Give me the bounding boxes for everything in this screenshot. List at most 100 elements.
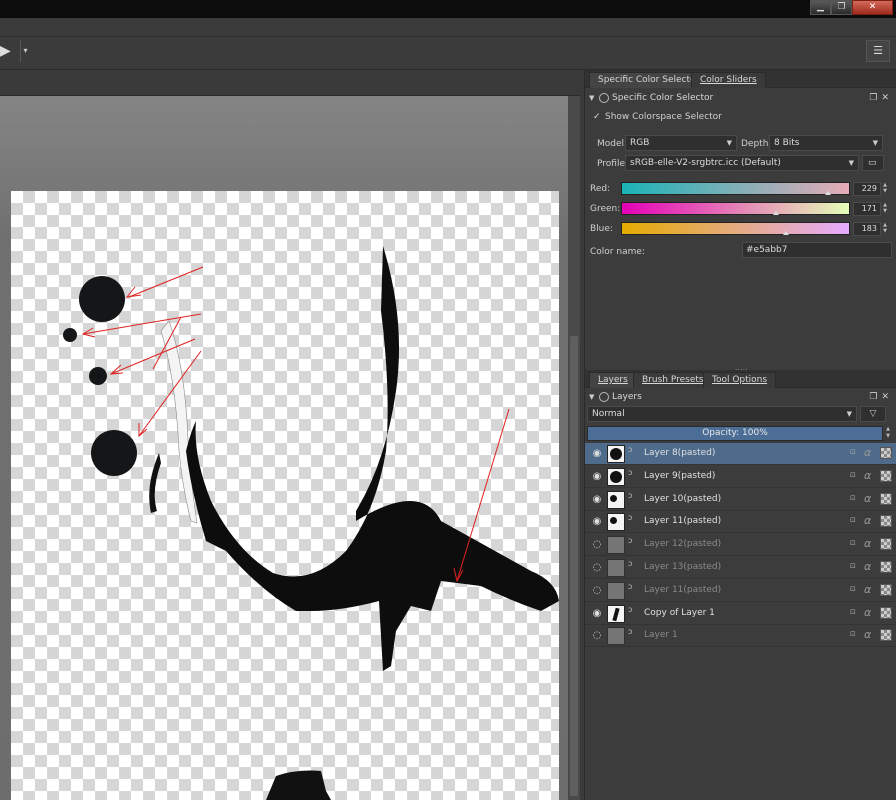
layer-link-icon[interactable]: ↄ	[628, 605, 632, 614]
layer-lock-icon[interactable]: ⊡	[850, 562, 858, 571]
play-button[interactable]: ▶	[0, 40, 20, 62]
slider-handle[interactable]	[824, 191, 831, 195]
color-channel-slider[interactable]	[621, 182, 850, 195]
channel-spinner[interactable]: ▲ ▼	[881, 202, 889, 216]
alpha-lock-icon[interactable]: α	[864, 560, 871, 573]
minimize-button[interactable]: ▁	[810, 0, 831, 15]
model-label: Model:	[597, 139, 628, 149]
layer-lock-icon[interactable]: ⊡	[850, 494, 858, 503]
panel-lock-icon[interactable]	[599, 392, 609, 402]
alpha-lock-icon[interactable]: α	[864, 514, 871, 527]
color-channel-slider[interactable]	[621, 222, 850, 235]
layer-link-icon[interactable]: ↄ	[628, 582, 632, 591]
eye-visible-icon[interactable]: ◉	[591, 494, 603, 506]
layer-lock-icon[interactable]: ⊡	[850, 608, 858, 617]
blend-mode-select[interactable]: Normal ▼	[587, 406, 857, 422]
tab-tool-options[interactable]: Tool Options	[703, 372, 777, 388]
inherit-alpha-icon[interactable]	[880, 447, 892, 459]
layer-link-icon[interactable]: ↄ	[628, 536, 632, 545]
layer-link-icon[interactable]: ↄ	[628, 627, 632, 636]
layer-link-icon[interactable]: ↄ	[628, 559, 632, 568]
eye-hidden-icon[interactable]: ◌	[591, 562, 603, 574]
eye-visible-icon[interactable]: ◉	[591, 608, 603, 620]
layer-row[interactable]: ◌ ↄ Layer 1 ⊡ α	[585, 625, 896, 648]
inherit-alpha-icon[interactable]	[880, 583, 892, 596]
inherit-alpha-icon[interactable]	[880, 492, 892, 505]
eye-visible-icon[interactable]: ◉	[591, 448, 603, 460]
inherit-alpha-icon[interactable]	[880, 538, 892, 551]
canvas-vertical-scrollbar[interactable]	[568, 96, 580, 800]
layer-lock-icon[interactable]: ⊡	[850, 448, 858, 457]
layer-link-icon[interactable]: ↄ	[628, 491, 632, 500]
collapse-triangle-icon[interactable]: ▼	[589, 389, 594, 405]
profile-label: Profile:	[597, 159, 629, 169]
layer-row[interactable]: ◉ ↄ Layer 8(pasted) ⊡ α	[585, 443, 896, 465]
panel-lock-icon[interactable]	[599, 93, 609, 103]
channel-spinner[interactable]: ▲ ▼	[881, 182, 889, 196]
alpha-lock-icon[interactable]: α	[864, 469, 871, 482]
eye-hidden-icon[interactable]: ◌	[591, 630, 603, 642]
tab-brush-presets[interactable]: Brush Presets	[633, 372, 713, 388]
float-close-icons[interactable]: ❐✕	[869, 90, 893, 106]
layer-row[interactable]: ◌ ↄ Layer 13(pasted) ⊡ α	[585, 557, 896, 579]
layer-row[interactable]: ◉ ↄ Copy of Layer 1 ⊡ α	[585, 603, 896, 625]
eye-hidden-icon[interactable]: ◌	[591, 585, 603, 597]
slider-handle[interactable]	[772, 211, 779, 215]
opacity-spinner[interactable]: ▲ ▼	[883, 426, 893, 441]
inherit-alpha-icon[interactable]	[880, 561, 892, 573]
layer-filter-button[interactable]: ▽	[860, 406, 886, 422]
layer-lock-icon[interactable]: ⊡	[850, 539, 858, 548]
document-canvas[interactable]	[11, 191, 559, 800]
alpha-lock-icon[interactable]: α	[864, 537, 871, 550]
channel-value-input[interactable]: 171	[853, 202, 881, 216]
alpha-lock-icon[interactable]: α	[864, 583, 871, 596]
layer-row[interactable]: ◌ ↄ Layer 12(pasted) ⊡ α	[585, 534, 896, 557]
tab-layers[interactable]: Layers	[589, 372, 637, 388]
depth-select[interactable]: 8 Bits ▼	[769, 135, 883, 151]
black-claw-stroke	[149, 453, 161, 513]
channel-spinner[interactable]: ▲ ▼	[881, 222, 889, 236]
alpha-lock-icon[interactable]: α	[864, 606, 871, 619]
layer-lock-icon[interactable]: ⊡	[850, 516, 858, 525]
close-button[interactable]: ✕	[852, 0, 893, 15]
layer-link-icon[interactable]: ↄ	[628, 513, 632, 522]
chevron-down-icon: ▼	[872, 139, 878, 147]
inherit-alpha-icon[interactable]	[880, 629, 892, 642]
layer-lock-icon[interactable]: ⊡	[850, 471, 858, 480]
eye-visible-icon[interactable]: ◉	[591, 516, 603, 528]
tab-color-sliders[interactable]: Color Sliders	[691, 72, 766, 88]
open-profile-button[interactable]: ▭	[862, 155, 884, 171]
alpha-lock-icon[interactable]: α	[864, 492, 871, 505]
profile-select[interactable]: sRGB-elle-V2-srgbtrc.icc (Default) ▼	[625, 155, 859, 171]
alpha-lock-icon[interactable]: α	[864, 628, 871, 641]
alpha-lock-icon[interactable]: α	[864, 446, 871, 459]
opacity-slider[interactable]: Opacity: 100%	[587, 426, 883, 441]
hamburger-menu-button[interactable]: ☰	[866, 40, 890, 62]
layer-row[interactable]: ◉ ↄ Layer 9(pasted) ⊡ α	[585, 466, 896, 488]
channel-value-input[interactable]: 183	[853, 222, 881, 236]
color-channel-slider[interactable]	[621, 202, 850, 215]
layer-lock-icon[interactable]: ⊡	[850, 585, 858, 594]
slider-handle[interactable]	[783, 231, 790, 235]
layer-lock-icon[interactable]: ⊡	[850, 630, 858, 639]
restore-button[interactable]: ❐	[831, 0, 852, 15]
layer-row[interactable]: ◌ ↄ Layer 11(pasted) ⊡ α	[585, 580, 896, 602]
float-close-icons[interactable]: ❐✕	[869, 389, 893, 405]
layer-link-icon[interactable]: ↄ	[628, 445, 632, 454]
model-select[interactable]: RGB ▼	[625, 135, 737, 151]
channel-value-input[interactable]: 229	[853, 182, 881, 196]
color-name-input[interactable]: #e5abb7	[742, 242, 892, 258]
inherit-alpha-icon[interactable]	[880, 469, 892, 482]
layer-link-icon[interactable]: ↄ	[628, 468, 632, 477]
layer-thumbnail	[607, 581, 625, 600]
scrollbar-thumb[interactable]	[570, 336, 578, 796]
eye-hidden-icon[interactable]: ◌	[591, 539, 603, 551]
layer-row[interactable]: ◉ ↄ Layer 11(pasted) ⊡ α	[585, 511, 896, 534]
layer-row[interactable]: ◉ ↄ Layer 10(pasted) ⊡ α	[585, 489, 896, 511]
play-dropdown-button[interactable]: ▾	[20, 40, 30, 62]
eye-visible-icon[interactable]: ◉	[591, 471, 603, 483]
show-colorspace-checkbox[interactable]: ✓	[593, 112, 603, 122]
inherit-alpha-icon[interactable]	[880, 606, 892, 619]
collapse-triangle-icon[interactable]: ▼	[589, 90, 594, 106]
inherit-alpha-icon[interactable]	[880, 515, 892, 528]
